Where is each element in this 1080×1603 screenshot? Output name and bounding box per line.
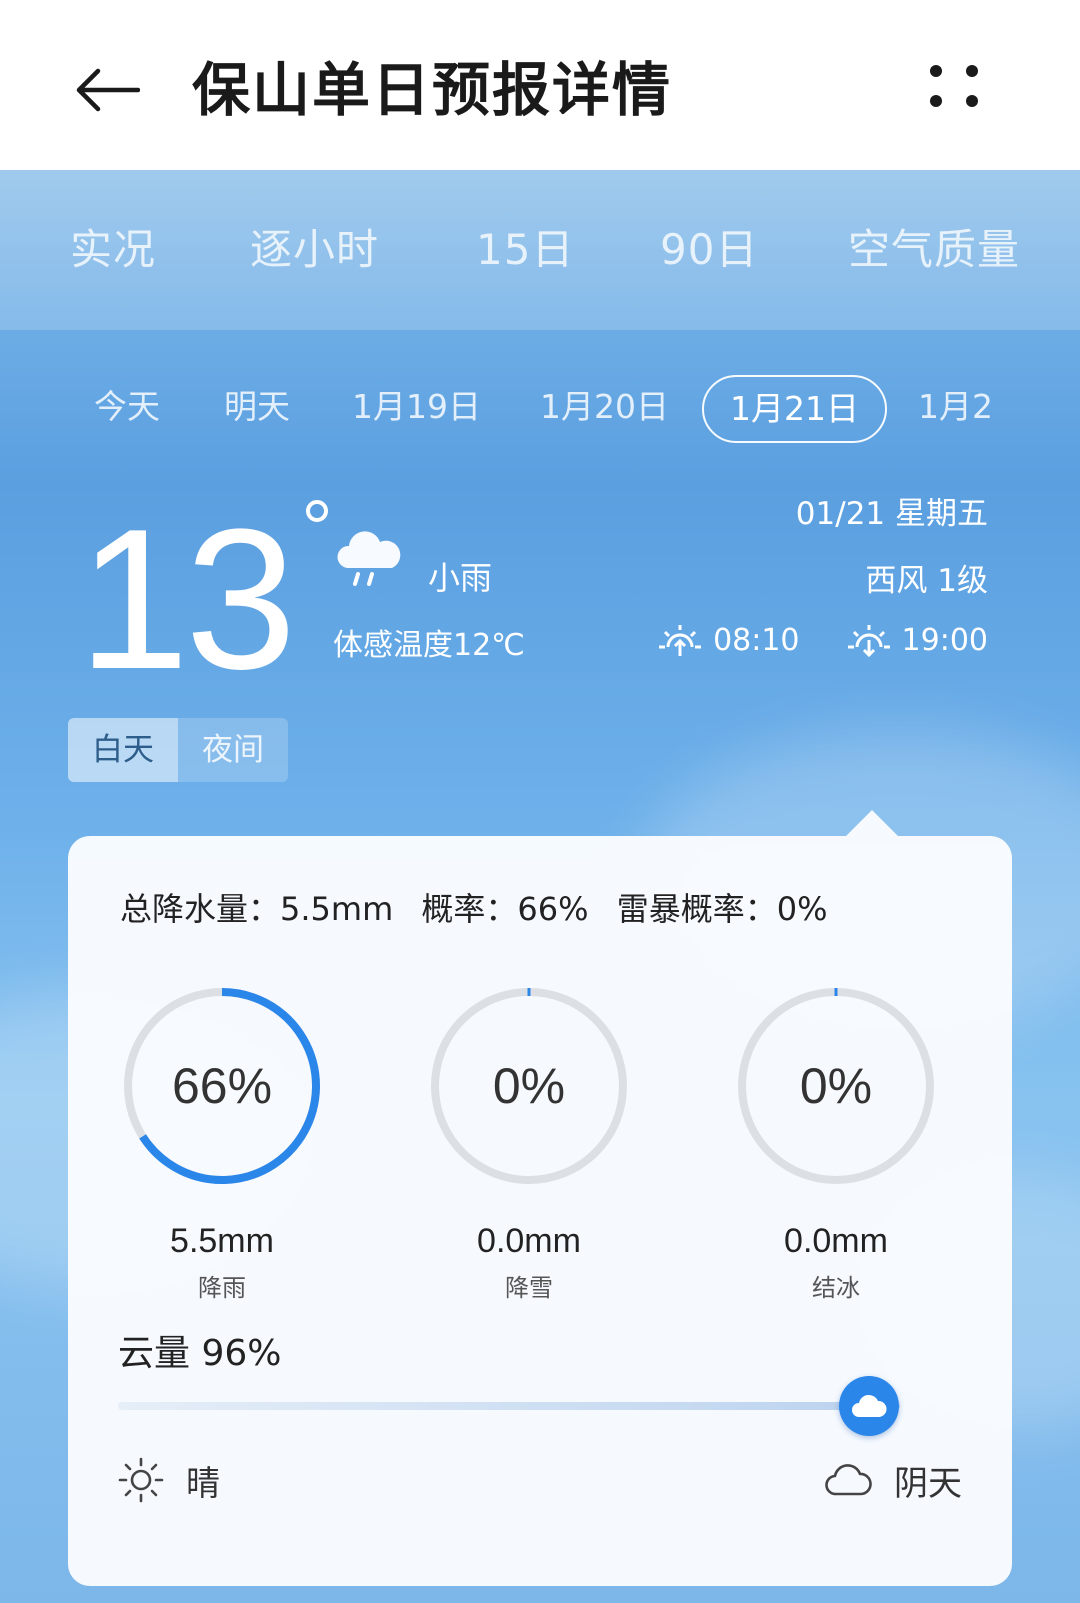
app-bar: 保山单日预报详情	[0, 0, 1080, 170]
date-tab-tomorrow[interactable]: 明天	[224, 375, 290, 439]
feels-like-text: 体感温度12℃	[333, 628, 525, 663]
sunrise-time: 08:10	[713, 622, 800, 658]
snow-gauge: 0%	[427, 984, 631, 1188]
back-button[interactable]	[68, 50, 148, 130]
rain-percent: 66%	[171, 1058, 273, 1114]
night-toggle-button[interactable]: 夜间	[178, 718, 288, 782]
cloud-cover-title: 云量 96%	[118, 1333, 282, 1374]
precipitation-detail-card: 总降水量：5.5mm 概率：66% 雷暴概率：0% 66% 5.5mm 降雨 0…	[68, 836, 1012, 1586]
cloud-icon	[851, 1394, 887, 1417]
tab-hourly[interactable]: 逐小时	[250, 218, 379, 282]
date-tab-jan22[interactable]: 1月2	[918, 375, 993, 439]
ice-label: 结冰	[812, 1274, 860, 1302]
card-pointer	[846, 810, 898, 836]
precip-probability-text: 概率：66%	[421, 890, 589, 928]
rain-amount: 5.5mm	[170, 1222, 274, 1260]
tab-air-quality[interactable]: 空气质量	[848, 218, 1020, 282]
back-arrow-icon	[76, 68, 140, 112]
date-weekday: 01/21 星期五	[795, 496, 988, 532]
date-tab-jan19[interactable]: 1月19日	[352, 375, 481, 439]
ice-amount: 0.0mm	[784, 1222, 888, 1260]
cloud-cover-fill	[118, 1402, 869, 1410]
sunset-icon	[847, 625, 890, 657]
page-title: 保山单日预报详情	[192, 56, 673, 124]
temperature-value: 13	[78, 488, 296, 711]
ice-gauge: 0%	[734, 984, 938, 1188]
sun-icon	[118, 1457, 164, 1503]
rain-label: 降雨	[198, 1274, 246, 1302]
clear-sky-label: 晴	[118, 1452, 220, 1508]
sun-times: 08:10 19:00	[657, 620, 988, 660]
wind-info: 西风 1级	[865, 563, 988, 599]
sunrise-icon	[659, 625, 702, 656]
day-toggle-button[interactable]: 白天	[68, 718, 178, 782]
cloud-cover-slider[interactable]	[118, 1402, 900, 1410]
date-tab-jan20[interactable]: 1月20日	[540, 375, 669, 439]
light-rain-icon	[337, 531, 401, 586]
total-precip-text: 总降水量：5.5mm	[120, 890, 394, 928]
overcast-text: 阴天	[894, 1463, 962, 1504]
date-tab-today[interactable]: 今天	[94, 375, 160, 439]
tab-15-day[interactable]: 15日	[476, 218, 574, 282]
snow-label: 降雪	[505, 1274, 553, 1302]
snow-amount: 0.0mm	[477, 1222, 581, 1260]
main-tab-bar: 实况 逐小时 15日 90日 空气质量	[0, 170, 1080, 330]
rain-gauge: 66%	[120, 984, 324, 1188]
clear-sky-text: 晴	[186, 1463, 220, 1504]
condition-text: 小雨	[428, 559, 493, 597]
tab-90-day[interactable]: 90日	[660, 218, 758, 282]
cloud-outline-icon	[825, 1464, 872, 1496]
weather-panel: 实况 逐小时 15日 90日 空气质量 今天 明天 1月19日 1月20日 1月…	[0, 170, 1080, 1603]
precip-summary: 总降水量：5.5mm 概率：66% 雷暴概率：0%	[120, 884, 846, 930]
thunder-probability-text: 雷暴概率：0%	[616, 890, 828, 928]
overcast-label: 阴天	[824, 1452, 962, 1508]
ice-percent: 0%	[799, 1058, 873, 1114]
cloud-cover-thumb[interactable]	[838, 1376, 899, 1436]
day-night-toggle: 白天 夜间	[68, 718, 288, 782]
tab-live[interactable]: 实况	[70, 218, 156, 282]
sunset-time: 19:00	[901, 622, 988, 658]
more-options-button[interactable]	[930, 55, 1000, 125]
degree-symbol	[306, 500, 328, 522]
snow-percent: 0%	[492, 1058, 566, 1114]
date-tab-jan21[interactable]: 1月21日	[702, 375, 887, 443]
